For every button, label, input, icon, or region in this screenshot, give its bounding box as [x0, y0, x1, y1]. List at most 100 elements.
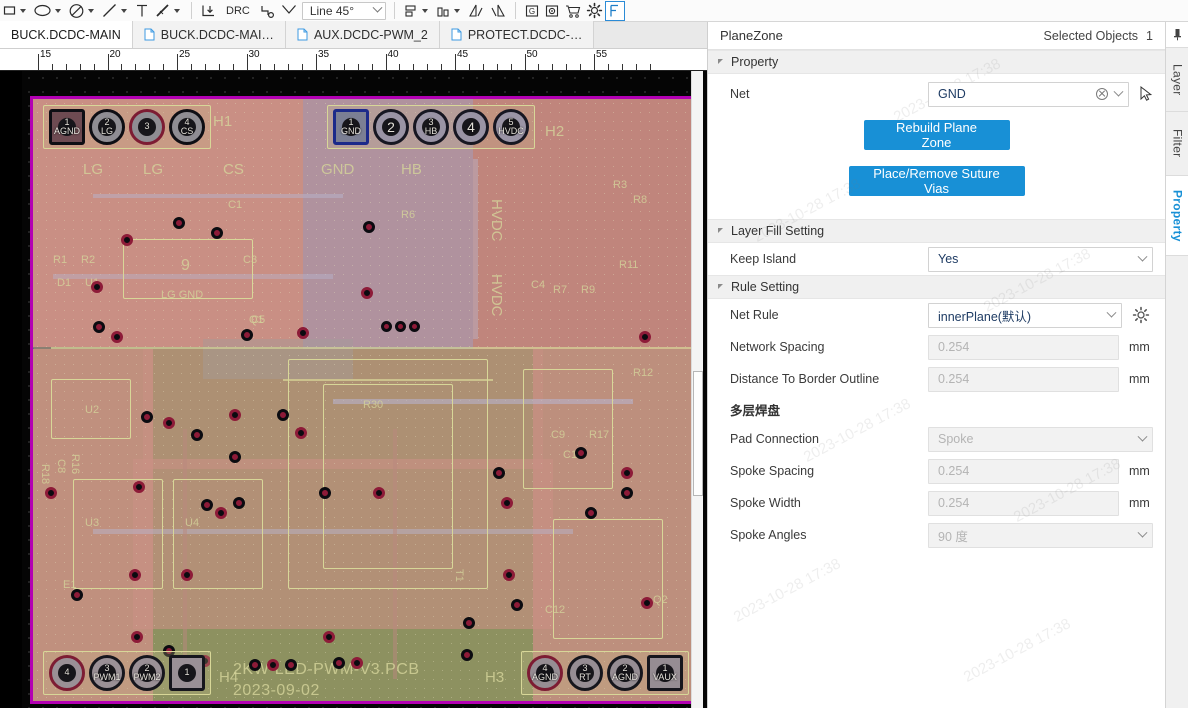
distance-border-input[interactable]: 0.254	[928, 366, 1119, 392]
pad-h2-1[interactable]: 1 GND	[333, 109, 369, 145]
pad-h2-4[interactable]: 4	[453, 109, 489, 145]
pad-connection-label: Pad Connection	[730, 432, 819, 446]
spoke-width-input[interactable]: 0.254	[928, 490, 1119, 516]
chevron-down-icon[interactable]	[421, 8, 428, 13]
edge-tab-property[interactable]: Property	[1166, 176, 1188, 256]
connector-h1[interactable]: 1 AGND 2 LG 3 4 CS	[43, 105, 211, 149]
horizontal-ruler[interactable]: 15 20 25 30 35 40 45 50 55	[0, 49, 707, 71]
chevron-down-icon[interactable]	[1106, 307, 1117, 318]
section-property[interactable]: Property	[708, 50, 1165, 74]
pad-h4-3[interactable]: 3 PWM1	[89, 655, 125, 691]
pad-h3-2[interactable]: 2 AGND	[607, 655, 643, 691]
chevron-down-icon[interactable]	[121, 8, 127, 13]
chevron-down-icon[interactable]	[55, 8, 61, 13]
chevron-down-icon[interactable]	[453, 8, 460, 13]
collapse-triangle-icon[interactable]	[718, 58, 723, 64]
cart-tool[interactable]	[562, 1, 584, 21]
tab-aux-dcdc-pwm-2[interactable]: AUX.DCDC-PWM_2	[285, 21, 440, 48]
chevron-down-icon[interactable]	[1137, 251, 1148, 262]
keep-island-select[interactable]: Yes	[928, 246, 1153, 272]
collapse-triangle-icon[interactable]	[718, 283, 723, 289]
pad-connection-select[interactable]: Spoke	[928, 426, 1153, 452]
target-tool[interactable]	[542, 1, 562, 21]
pad-h2-2[interactable]: 2	[373, 109, 409, 145]
drc-tool[interactable]: DRC	[219, 1, 257, 21]
net-rule-select[interactable]: innerPlane(默认)	[928, 302, 1122, 328]
pad-h4-4[interactable]: 4	[49, 655, 85, 691]
group-tool[interactable]: G	[522, 1, 542, 21]
selected-objects: Selected Objects 1	[1044, 29, 1153, 43]
line-tool[interactable]	[99, 1, 132, 21]
section-rule[interactable]: Rule Setting	[708, 275, 1165, 299]
edge-tab-filter[interactable]: Filter	[1166, 112, 1188, 176]
panel-tool[interactable]	[604, 0, 625, 21]
pcb-canvas-area[interactable]: 15 20 25 30 35 40 45 50 55 LG LG CS GND …	[0, 49, 707, 708]
ruler-minor-tick	[190, 64, 192, 70]
vertical-ruler[interactable]	[0, 71, 22, 708]
pad-h1-4[interactable]: 4 CS	[169, 109, 205, 145]
via	[511, 599, 523, 611]
pad-h3-4[interactable]: 4 AGND	[527, 655, 563, 691]
pad-net: AGND	[53, 126, 80, 136]
ellipse-tool[interactable]	[31, 1, 66, 21]
dimension-tool[interactable]	[132, 1, 152, 21]
clear-icon[interactable]	[1096, 88, 1108, 100]
pad-h3-3[interactable]: 3 RT	[567, 655, 603, 691]
spoke-angles-select[interactable]: 90 度	[928, 522, 1153, 548]
pad-h1-1[interactable]: 1 AGND	[49, 109, 85, 145]
angle-tool[interactable]	[278, 1, 300, 21]
mirror-left-tool[interactable]	[465, 1, 487, 21]
chevron-down-icon[interactable]	[20, 8, 26, 13]
rebuild-plane-zone-button[interactable]: Rebuild Plane Zone	[863, 120, 1010, 150]
tab-buck-dcdc-main[interactable]: BUCK.DCDC-MAIN	[0, 21, 133, 48]
edge-tab-layer[interactable]: Layer	[1166, 48, 1188, 112]
pad-h3-1[interactable]: 1 VAUX	[647, 655, 683, 691]
net-rule-settings-button[interactable]	[1129, 306, 1153, 324]
via	[395, 321, 406, 332]
pin-panel-button[interactable]	[1166, 22, 1188, 48]
align-vertical-tool[interactable]	[433, 1, 465, 21]
pcb-viewport[interactable]: LG LG CS GND HB HVDC HVDC R1 R2 D1 U1 9 …	[22, 71, 707, 708]
connector-h3[interactable]: 4 AGND 3 RT 2 AGND 1 VAUX	[521, 651, 689, 695]
chevron-down-icon[interactable]	[174, 8, 180, 13]
rebuild-button-wrap: Rebuild Plane Zone	[708, 120, 1165, 150]
mirror-right-tool[interactable]	[487, 1, 509, 21]
collapse-triangle-icon[interactable]	[718, 227, 723, 233]
place-remove-suture-vias-button[interactable]: Place/Remove Suture Vias	[848, 166, 1025, 196]
scrollbar-thumb[interactable]	[693, 371, 703, 496]
chevron-down-icon[interactable]	[372, 2, 383, 13]
spoke-spacing-input[interactable]: 0.254	[928, 458, 1119, 484]
spoke-spacing-label: Spoke Spacing	[730, 464, 815, 478]
pad-h2-5[interactable]: 5 HVDC	[493, 109, 529, 145]
line-mode-select[interactable]: Line 45°	[301, 1, 386, 20]
arc-tool[interactable]	[66, 1, 99, 21]
chevron-down-icon[interactable]	[1137, 527, 1148, 538]
network-spacing-input[interactable]: 0.254	[928, 334, 1119, 360]
tab-protect-dcdc[interactable]: PROTECT.DCDC-…	[439, 21, 595, 48]
chevron-down-icon[interactable]	[1137, 431, 1148, 442]
pad-h2-3[interactable]: 3 HB	[413, 109, 449, 145]
settings-tool[interactable]	[584, 1, 605, 21]
silk-divider	[283, 379, 493, 381]
pad-h1-3[interactable]: 3	[129, 109, 165, 145]
measure-tool[interactable]	[152, 1, 185, 21]
chevron-down-icon[interactable]	[1113, 86, 1124, 97]
rectangle-tool[interactable]	[0, 1, 31, 21]
pad-h4-2[interactable]: 2 PWM2	[129, 655, 165, 691]
connector-h4[interactable]: 4 3 PWM1 2 PWM2 1	[43, 651, 211, 695]
chevron-down-icon[interactable]	[88, 8, 94, 13]
pcb-board[interactable]: LG LG CS GND HB HVDC HVDC R1 R2 D1 U1 9 …	[30, 96, 702, 704]
section-layer-fill[interactable]: Layer Fill Setting	[708, 219, 1165, 243]
net-input[interactable]: GND	[928, 81, 1129, 107]
tab-buck-dcdc-main-2[interactable]: BUCK.DCDC-MAI…	[132, 21, 286, 48]
pad-h1-2[interactable]: 2 LG	[89, 109, 125, 145]
align-horizontal-tool[interactable]	[401, 1, 433, 21]
import-tool[interactable]	[198, 1, 219, 21]
via	[249, 659, 261, 671]
net-tool[interactable]	[257, 1, 278, 21]
silk-label: R8	[633, 194, 648, 206]
connector-h2[interactable]: 1 GND 2 3 HB 4 5 HVDC	[327, 105, 535, 149]
row-spoke-spacing: Spoke Spacing 0.254 mm	[708, 455, 1165, 487]
pad-h4-1[interactable]: 1	[169, 655, 205, 691]
canvas-vertical-scrollbar[interactable]	[691, 71, 703, 708]
